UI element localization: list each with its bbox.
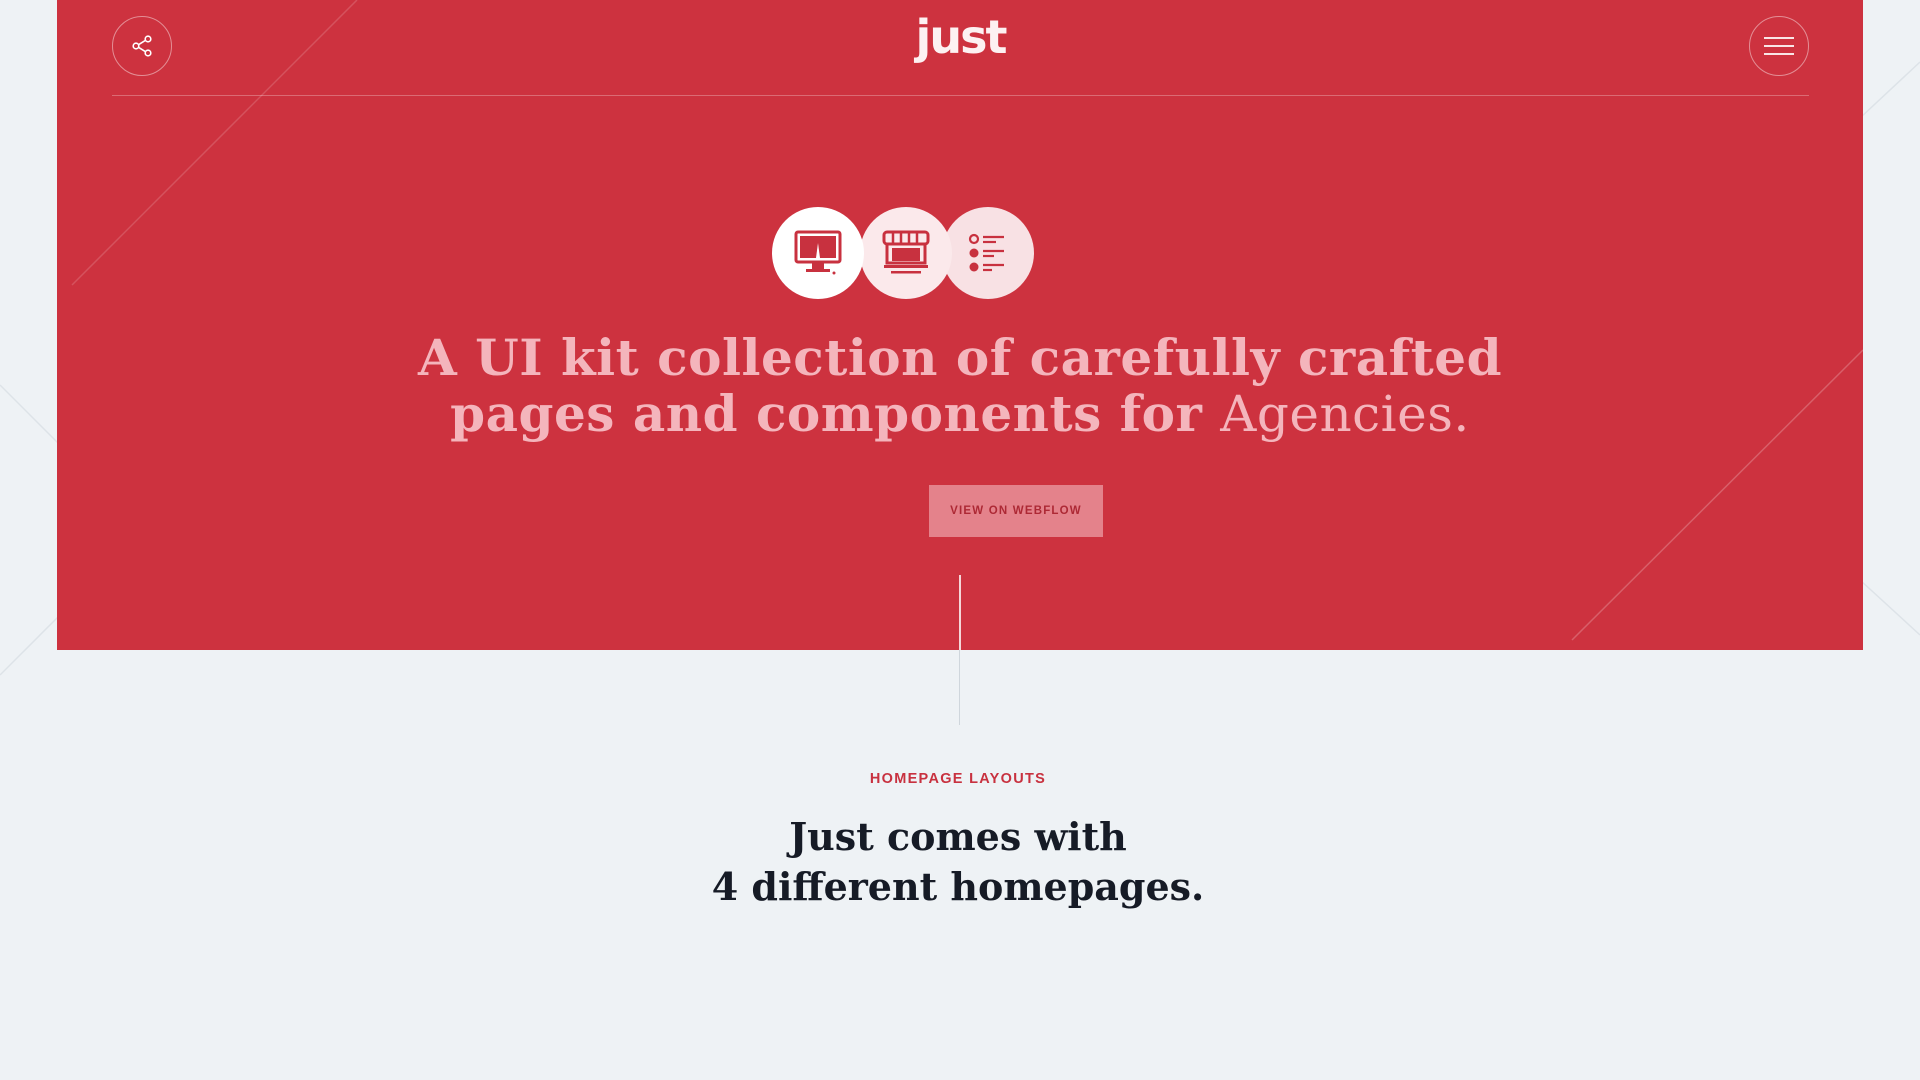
menu-button[interactable] [1749, 16, 1809, 76]
page: just A UI kit collection of carefully cr… [0, 0, 1920, 1080]
monitor-badge [772, 207, 864, 299]
section-title: Just comes with 4 different homepages. [0, 812, 1916, 912]
hero-headline: A UI kit collection of carefully crafted… [57, 328, 1863, 443]
section-title-line-1: Just comes with [789, 814, 1127, 859]
headline-line-2-bold: pages and components for [450, 384, 1221, 443]
share-icon [132, 35, 152, 57]
brand-logo[interactable]: just [916, 14, 1008, 60]
section-eyebrow: HOMEPAGE LAYOUTS [869, 771, 1047, 787]
hero-section: just A UI kit collection of carefully cr… [57, 0, 1863, 650]
headline-line-2-light: Agencies. [1220, 385, 1470, 443]
share-button[interactable] [112, 16, 172, 76]
top-navigation: just [112, 0, 1809, 96]
feature-icons [772, 207, 1034, 299]
headline-line-1: A UI kit collection of carefully crafted [417, 328, 1503, 387]
hamburger-menu-icon [1764, 37, 1794, 55]
storefront-icon [882, 230, 930, 274]
scroll-indicator-line-continued [959, 650, 960, 725]
list-badge [942, 207, 1034, 299]
view-on-webflow-button[interactable]: VIEW ON WEBFLOW [929, 485, 1103, 537]
scroll-indicator-line [959, 575, 961, 650]
storefront-badge [860, 207, 952, 299]
list-icon [968, 233, 1004, 272]
monitor-icon [794, 230, 842, 275]
hero-decoration [71, 0, 1863, 641]
section-title-line-2: 4 different homepages. [711, 864, 1205, 909]
